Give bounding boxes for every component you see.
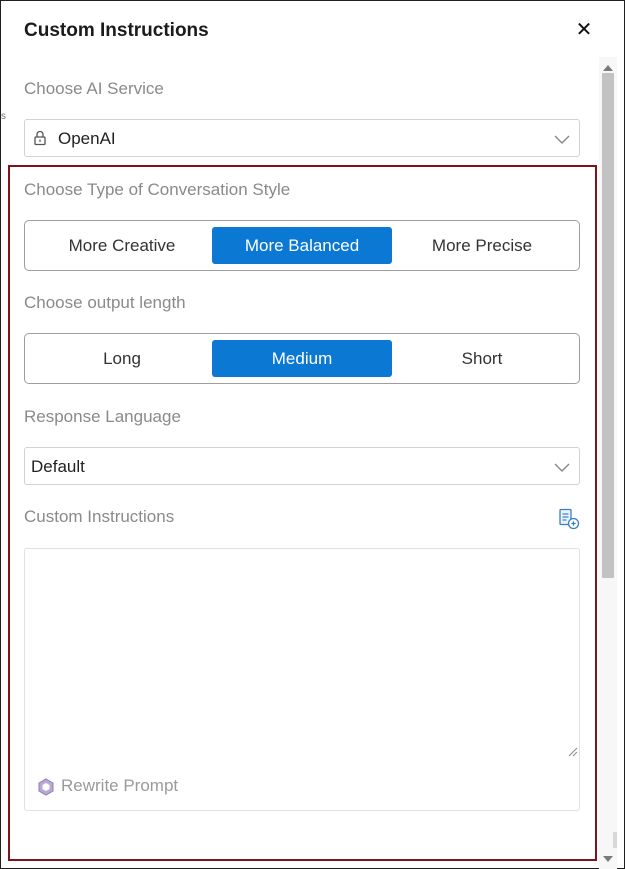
style-option-more-creative[interactable]: More Creative bbox=[32, 227, 212, 264]
response-language-select[interactable]: Default bbox=[24, 447, 580, 485]
chevron-down-icon bbox=[554, 463, 570, 472]
conversation-style-segmented-control: More Creative More Balanced More Precise bbox=[24, 220, 580, 271]
prompt-library-icon[interactable] bbox=[558, 508, 580, 530]
custom-instructions-label: Custom Instructions bbox=[24, 507, 175, 526]
edge-artifact: s bbox=[1, 111, 6, 122]
style-option-more-precise[interactable]: More Precise bbox=[392, 227, 572, 264]
custom-instructions-box: Rewrite Prompt bbox=[24, 548, 580, 811]
close-button[interactable]: ✕ bbox=[573, 18, 595, 42]
resize-grip-icon[interactable] bbox=[568, 747, 578, 757]
length-option-short[interactable]: Short bbox=[392, 340, 572, 377]
custom-instructions-textarea[interactable] bbox=[25, 549, 579, 761]
ai-service-select[interactable]: OpenAI bbox=[24, 119, 580, 157]
scroll-down-arrow-icon[interactable] bbox=[603, 856, 613, 862]
rewrite-prompt-label: Rewrite Prompt bbox=[61, 776, 179, 795]
ai-service-label: Choose AI Service bbox=[24, 79, 164, 98]
response-language-label: Response Language bbox=[24, 407, 181, 426]
scrollbar-track-segment bbox=[613, 832, 617, 848]
scroll-up-arrow-icon[interactable] bbox=[603, 65, 613, 71]
conversation-style-label: Choose Type of Conversation Style bbox=[24, 180, 291, 199]
custom-instructions-panel: Custom Instructions ✕ s Choose AI Servic… bbox=[0, 0, 625, 869]
output-length-label: Choose output length bbox=[24, 293, 186, 312]
length-option-long[interactable]: Long bbox=[32, 340, 212, 377]
ai-service-value: OpenAI bbox=[58, 129, 116, 148]
style-option-more-balanced[interactable]: More Balanced bbox=[212, 227, 392, 264]
response-language-value: Default bbox=[31, 457, 85, 476]
vertical-scrollbar[interactable] bbox=[599, 57, 617, 869]
output-length-segmented-control: Long Medium Short bbox=[24, 333, 580, 384]
rewrite-sparkle-icon bbox=[38, 778, 54, 796]
chevron-down-icon bbox=[554, 135, 570, 144]
scrollbar-thumb[interactable] bbox=[602, 73, 614, 578]
length-option-medium[interactable]: Medium bbox=[212, 340, 392, 377]
lock-icon bbox=[34, 130, 46, 146]
panel-title: Custom Instructions bbox=[24, 20, 209, 41]
